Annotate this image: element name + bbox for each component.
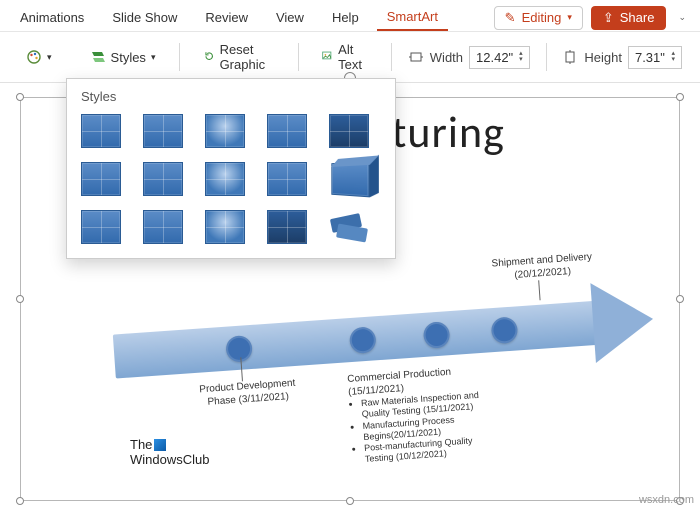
width-value: 12.42"	[476, 50, 513, 65]
chevron-down-icon: ▾	[151, 52, 156, 63]
style-option[interactable]	[205, 162, 245, 196]
callout-shipment: Shipment and Delivery (20/12/2021)	[487, 251, 600, 304]
separator	[546, 43, 547, 71]
ribbon-collapse-icon[interactable]: ⌄	[674, 8, 690, 27]
resize-handle[interactable]	[16, 93, 24, 101]
arrow-head-icon	[590, 279, 655, 363]
chevron-down-icon: ▾	[567, 12, 572, 23]
reset-graphic-button[interactable]: Reset Graphic	[196, 38, 281, 76]
width-icon	[408, 49, 424, 65]
separator	[298, 43, 299, 71]
style-option[interactable]	[267, 210, 307, 244]
resize-handle[interactable]	[16, 497, 24, 505]
styles-label: Styles	[111, 50, 146, 65]
ribbon-group-colors: ▾	[10, 45, 68, 69]
style-option[interactable]	[331, 161, 369, 198]
style-option[interactable]	[267, 114, 307, 148]
palette-icon	[26, 49, 42, 65]
tab-smartart[interactable]: SmartArt	[377, 4, 448, 31]
tab-slideshow[interactable]: Slide Show	[102, 5, 187, 30]
style-option[interactable]	[81, 114, 121, 148]
height-value: 7.31"	[635, 50, 665, 65]
callout-line	[240, 357, 243, 381]
resize-handle[interactable]	[346, 497, 354, 505]
watermark: wsxdn.com	[639, 494, 694, 506]
alt-text-button[interactable]: Alt Text	[314, 38, 375, 76]
style-option[interactable]	[205, 210, 245, 244]
windowsclub-logo: The WindowsClub	[130, 437, 209, 467]
tab-animations[interactable]: Animations	[10, 5, 94, 30]
height-label: Height	[584, 50, 622, 65]
callout-bullets: Raw Materials Inspection and Quality Tes…	[361, 389, 493, 465]
pencil-icon: ✎	[505, 10, 516, 26]
reset-icon	[204, 49, 214, 65]
height-spinner[interactable]: ▴▾	[671, 51, 675, 63]
style-option[interactable]	[205, 114, 245, 148]
logo-line1: The	[130, 437, 152, 452]
style-option[interactable]	[143, 162, 183, 196]
reset-graphic-label: Reset Graphic	[220, 42, 274, 72]
resize-handle[interactable]	[16, 295, 24, 303]
separator	[391, 43, 392, 71]
callout-commercial-production: Commercial Production (15/11/2021) Raw M…	[347, 364, 493, 466]
styles-icon	[90, 49, 106, 65]
height-icon	[562, 49, 578, 65]
style-option[interactable]	[143, 210, 183, 244]
chevron-down-icon: ▾	[47, 52, 52, 63]
change-colors-button[interactable]: ▾	[18, 45, 60, 69]
styles-button[interactable]: Styles ▾	[82, 45, 164, 69]
style-option[interactable]	[143, 114, 183, 148]
ribbon-tabs: Animations Slide Show Review View Help S…	[0, 0, 700, 32]
share-icon: ⇪	[603, 10, 614, 26]
style-grid	[81, 114, 381, 244]
style-option[interactable]	[329, 114, 369, 148]
width-input[interactable]: 12.42" ▴▾	[469, 46, 530, 69]
ribbon-group-styles: Styles ▾	[74, 45, 172, 69]
editing-label: Editing	[522, 10, 562, 25]
share-button[interactable]: ⇪ Share	[591, 6, 667, 30]
tab-right-group: ✎ Editing ▾ ⇪ Share ⌄	[494, 6, 690, 30]
style-option[interactable]	[81, 210, 121, 244]
separator	[179, 43, 180, 71]
share-label: Share	[620, 10, 655, 25]
width-spinner[interactable]: ▴▾	[519, 51, 523, 63]
resize-handle[interactable]	[676, 93, 684, 101]
logo-square-icon	[154, 439, 166, 451]
height-input[interactable]: 7.31" ▴▾	[628, 46, 682, 69]
style-option[interactable]	[329, 210, 369, 244]
editing-mode-button[interactable]: ✎ Editing ▾	[494, 6, 583, 30]
style-option[interactable]	[267, 162, 307, 196]
logo-line2: WindowsClub	[130, 452, 209, 467]
flyout-heading: Styles	[81, 89, 381, 104]
alt-text-label: Alt Text	[338, 42, 367, 72]
tab-view[interactable]: View	[266, 5, 314, 30]
width-label: Width	[430, 50, 463, 65]
callout-product-dev: Product Development Phase (3/11/2021)	[190, 353, 303, 410]
resize-handle[interactable]	[676, 295, 684, 303]
callout-line	[538, 280, 540, 300]
tab-help[interactable]: Help	[322, 5, 369, 30]
alt-text-icon	[322, 49, 333, 65]
styles-flyout: Styles	[66, 78, 396, 259]
style-option[interactable]	[81, 162, 121, 196]
tab-review[interactable]: Review	[195, 5, 258, 30]
